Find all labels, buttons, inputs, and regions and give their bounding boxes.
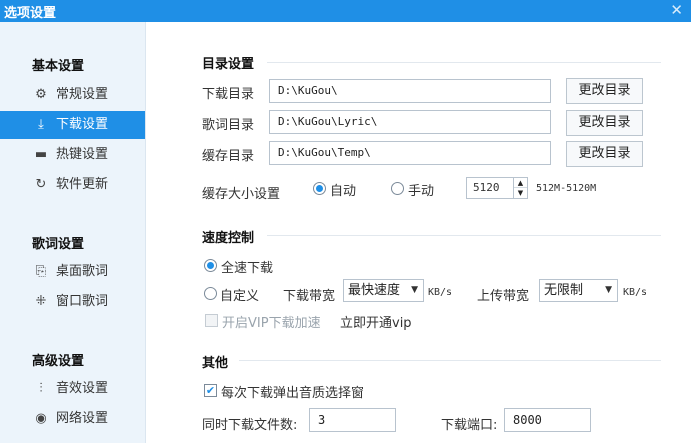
- section-divider: [267, 62, 661, 63]
- section-title-other: 其他: [202, 356, 229, 371]
- sidebar-item-label: 热键设置: [56, 147, 109, 162]
- download-dir-field[interactable]: D:\KuGou\: [269, 79, 551, 103]
- sidebar-item-download[interactable]: ⤓ 下载设置: [0, 111, 145, 139]
- download-bandwidth-select[interactable]: 最快速度 ▼: [343, 279, 424, 302]
- gear-icon: ⚙: [35, 87, 47, 102]
- network-icon: ◉: [35, 411, 47, 426]
- chevron-down-icon: ▼: [605, 285, 612, 295]
- sidebar-item-update[interactable]: ↻ 软件更新: [0, 171, 145, 199]
- sidebar: 基本设置 ⚙ 常规设置 ⤓ 下载设置 ▬ 热键设置 ↻ 软件更新 歌词设置 ⎘ …: [0, 22, 146, 443]
- download-port-field[interactable]: 8000: [504, 408, 591, 432]
- open-vip-link[interactable]: 立即开通vip: [340, 312, 412, 331]
- window-title: 选项设置: [4, 6, 57, 21]
- download-dir-label: 下载目录: [202, 87, 255, 102]
- sidebar-item-label: 桌面歌词: [56, 264, 109, 279]
- desktop-lyric-icon: ⎘: [35, 264, 47, 279]
- cache-size-range-hint: 512M-5120M: [536, 183, 597, 194]
- cache-size-manual-radio[interactable]: [391, 182, 404, 195]
- section-title-directory: 目录设置: [202, 57, 255, 72]
- change-download-dir-button[interactable]: 更改目录: [566, 78, 643, 104]
- keyboard-icon: ▬: [34, 147, 48, 162]
- sidebar-item-sound-effect[interactable]: ⫶ 音效设置: [0, 375, 145, 403]
- concurrent-downloads-label: 同时下载文件数:: [202, 418, 298, 433]
- group-basic-settings: 基本设置: [32, 59, 85, 74]
- download-bandwidth-label: 下载带宽: [283, 289, 336, 304]
- quality-popup-checkbox[interactable]: ✔: [204, 384, 217, 397]
- download-bandwidth-unit: KB/s: [428, 287, 453, 298]
- settings-panel: 目录设置 下载目录 D:\KuGou\ 更改目录 歌词目录 D:\KuGou\L…: [147, 22, 691, 443]
- cache-size-stepper[interactable]: 5120 ▲ ▼: [466, 177, 528, 199]
- change-cache-dir-button[interactable]: 更改目录: [566, 141, 643, 167]
- close-icon[interactable]: ✕: [670, 1, 683, 19]
- vip-accel-checkbox[interactable]: [205, 314, 218, 327]
- cache-size-auto-radio[interactable]: [313, 182, 326, 195]
- upload-bandwidth-value: 无限制: [544, 283, 584, 298]
- upload-bandwidth-label: 上传带宽: [477, 289, 530, 304]
- sidebar-item-label: 常规设置: [56, 87, 109, 102]
- cache-size-value: 5120: [473, 181, 500, 194]
- custom-speed-radio[interactable]: [204, 287, 217, 300]
- download-icon: ⤓: [38, 117, 44, 132]
- window-lyric-icon: ⁜: [35, 294, 47, 309]
- sidebar-item-label: 窗口歌词: [56, 294, 109, 309]
- concurrent-downloads-field[interactable]: 3: [309, 408, 396, 432]
- cache-size-auto-label: 自动: [330, 184, 357, 199]
- custom-speed-label: 自定义: [220, 289, 260, 304]
- sidebar-item-label: 音效设置: [56, 381, 109, 396]
- sidebar-item-label: 下载设置: [56, 117, 109, 132]
- change-lyric-dir-button[interactable]: 更改目录: [566, 110, 643, 136]
- group-lyric-settings: 歌词设置: [32, 237, 85, 252]
- title-bar: 选项设置 ✕: [0, 0, 691, 22]
- upload-bandwidth-unit: KB/s: [623, 287, 648, 298]
- group-advanced-settings: 高级设置: [32, 354, 85, 369]
- download-port-label: 下载端口:: [441, 418, 498, 433]
- section-divider: [267, 235, 661, 236]
- sidebar-item-label: 网络设置: [56, 411, 109, 426]
- sidebar-item-window-lyric[interactable]: ⁜ 窗口歌词: [0, 288, 145, 316]
- quality-popup-label: 每次下载弹出音质选择窗: [221, 386, 365, 401]
- cache-size-manual-label: 手动: [408, 184, 435, 199]
- cache-dir-label: 缓存目录: [202, 149, 255, 164]
- stepper-up-icon[interactable]: ▲: [514, 178, 527, 188]
- cache-size-label: 缓存大小设置: [202, 187, 281, 202]
- full-speed-label: 全速下载: [221, 261, 274, 276]
- section-title-speed: 速度控制: [202, 231, 255, 246]
- lyric-dir-field[interactable]: D:\KuGou\Lyric\: [269, 110, 551, 134]
- section-divider: [239, 360, 661, 361]
- full-speed-radio[interactable]: [204, 259, 217, 272]
- equalizer-icon: ⫶: [39, 381, 43, 396]
- sidebar-item-label: 软件更新: [56, 177, 109, 192]
- update-icon: ↻: [35, 177, 47, 192]
- sidebar-item-general[interactable]: ⚙ 常规设置: [0, 81, 145, 109]
- download-bandwidth-value: 最快速度: [348, 283, 401, 298]
- stepper-down-icon[interactable]: ▼: [514, 188, 527, 198]
- sidebar-item-hotkey[interactable]: ▬ 热键设置: [0, 141, 145, 169]
- sidebar-item-network[interactable]: ◉ 网络设置: [0, 405, 145, 433]
- vip-accel-label: 开启VIP下载加速: [222, 316, 321, 331]
- cache-dir-field[interactable]: D:\KuGou\Temp\: [269, 141, 551, 165]
- lyric-dir-label: 歌词目录: [202, 118, 255, 133]
- upload-bandwidth-select[interactable]: 无限制 ▼: [539, 279, 618, 302]
- chevron-down-icon: ▼: [411, 285, 418, 295]
- stepper-arrows: ▲ ▼: [513, 178, 527, 198]
- sidebar-item-desktop-lyric[interactable]: ⎘ 桌面歌词: [0, 258, 145, 286]
